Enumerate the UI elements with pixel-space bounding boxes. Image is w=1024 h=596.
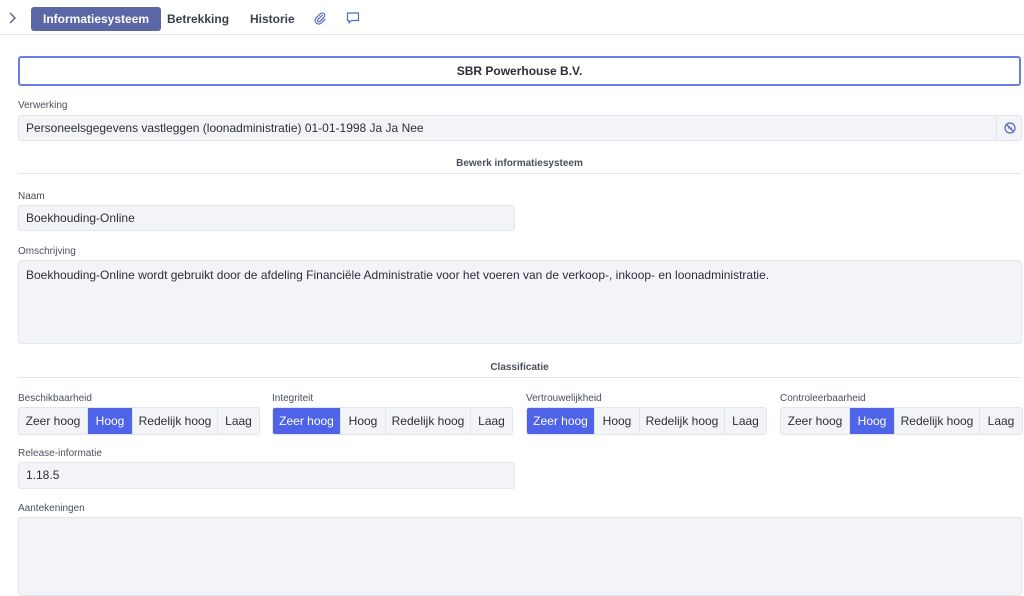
- chevron-right-icon[interactable]: [8, 11, 20, 25]
- option-hoog[interactable]: Hoog: [341, 408, 386, 434]
- verwerking-label: Verwerking: [18, 100, 68, 111]
- beschikbaarheid-selector: Zeer hoog Hoog Redelijk hoog Laag: [18, 407, 260, 435]
- omschrijving-textarea[interactable]: Boekhouding-Online wordt gebruikt door d…: [18, 260, 1022, 344]
- verwerking-field[interactable]: Personeelsgegevens vastleggen (loonadmin…: [18, 115, 1022, 141]
- section-classification-heading: Classificatie: [18, 362, 1021, 378]
- tab-historie[interactable]: Historie: [250, 7, 295, 31]
- vertrouwelijkheid-label: Vertrouwelijkheid: [526, 393, 602, 404]
- integriteit-label: Integriteit: [272, 393, 314, 404]
- option-redelijk-hoog[interactable]: Redelijk hoog: [895, 408, 980, 434]
- option-laag[interactable]: Laag: [980, 408, 1022, 434]
- beschikbaarheid-label: Beschikbaarheid: [18, 393, 92, 404]
- tab-informatiesysteem[interactable]: Informatiesysteem: [31, 7, 162, 31]
- aantekeningen-label: Aantekeningen: [18, 503, 85, 514]
- option-redelijk-hoog[interactable]: Redelijk hoog: [640, 408, 725, 434]
- naam-input[interactable]: Boekhouding-Online: [18, 205, 515, 231]
- organization-title: SBR Powerhouse B.V.: [18, 56, 1021, 86]
- naam-label: Naam: [18, 191, 45, 202]
- option-hoog[interactable]: Hoog: [595, 408, 640, 434]
- option-hoog[interactable]: Hoog: [850, 408, 895, 434]
- option-redelijk-hoog[interactable]: Redelijk hoog: [133, 408, 218, 434]
- option-zeer-hoog[interactable]: Zeer hoog: [19, 408, 88, 434]
- section-edit-heading: Bewerk informatiesysteem: [18, 158, 1021, 174]
- option-laag[interactable]: Laag: [218, 408, 259, 434]
- omschrijving-label: Omschrijving: [18, 246, 76, 257]
- option-zeer-hoog[interactable]: Zeer hoog: [273, 408, 341, 434]
- paperclip-icon[interactable]: [313, 11, 327, 25]
- option-redelijk-hoog[interactable]: Redelijk hoog: [386, 408, 471, 434]
- comment-icon[interactable]: [346, 11, 360, 25]
- tab-betrekking[interactable]: Betrekking: [167, 7, 229, 31]
- option-laag[interactable]: Laag: [471, 408, 512, 434]
- integriteit-selector: Zeer hoog Hoog Redelijk hoog Laag: [272, 407, 513, 435]
- controleerbaarheid-selector: Zeer hoog Hoog Redelijk hoog Laag: [780, 407, 1023, 435]
- option-laag[interactable]: Laag: [725, 408, 766, 434]
- controleerbaarheid-label: Controleerbaarheid: [780, 393, 866, 404]
- vertrouwelijkheid-selector: Zeer hoog Hoog Redelijk hoog Laag: [526, 407, 767, 435]
- release-input[interactable]: 1.18.5: [18, 462, 515, 489]
- option-hoog[interactable]: Hoog: [88, 408, 133, 434]
- aantekeningen-textarea[interactable]: [18, 517, 1022, 596]
- link-off-icon[interactable]: [996, 115, 1022, 141]
- tab-bar: Informatiesysteem Betrekking Historie: [0, 0, 1024, 35]
- option-zeer-hoog[interactable]: Zeer hoog: [527, 408, 595, 434]
- release-label: Release-informatie: [18, 448, 102, 459]
- option-zeer-hoog[interactable]: Zeer hoog: [781, 408, 850, 434]
